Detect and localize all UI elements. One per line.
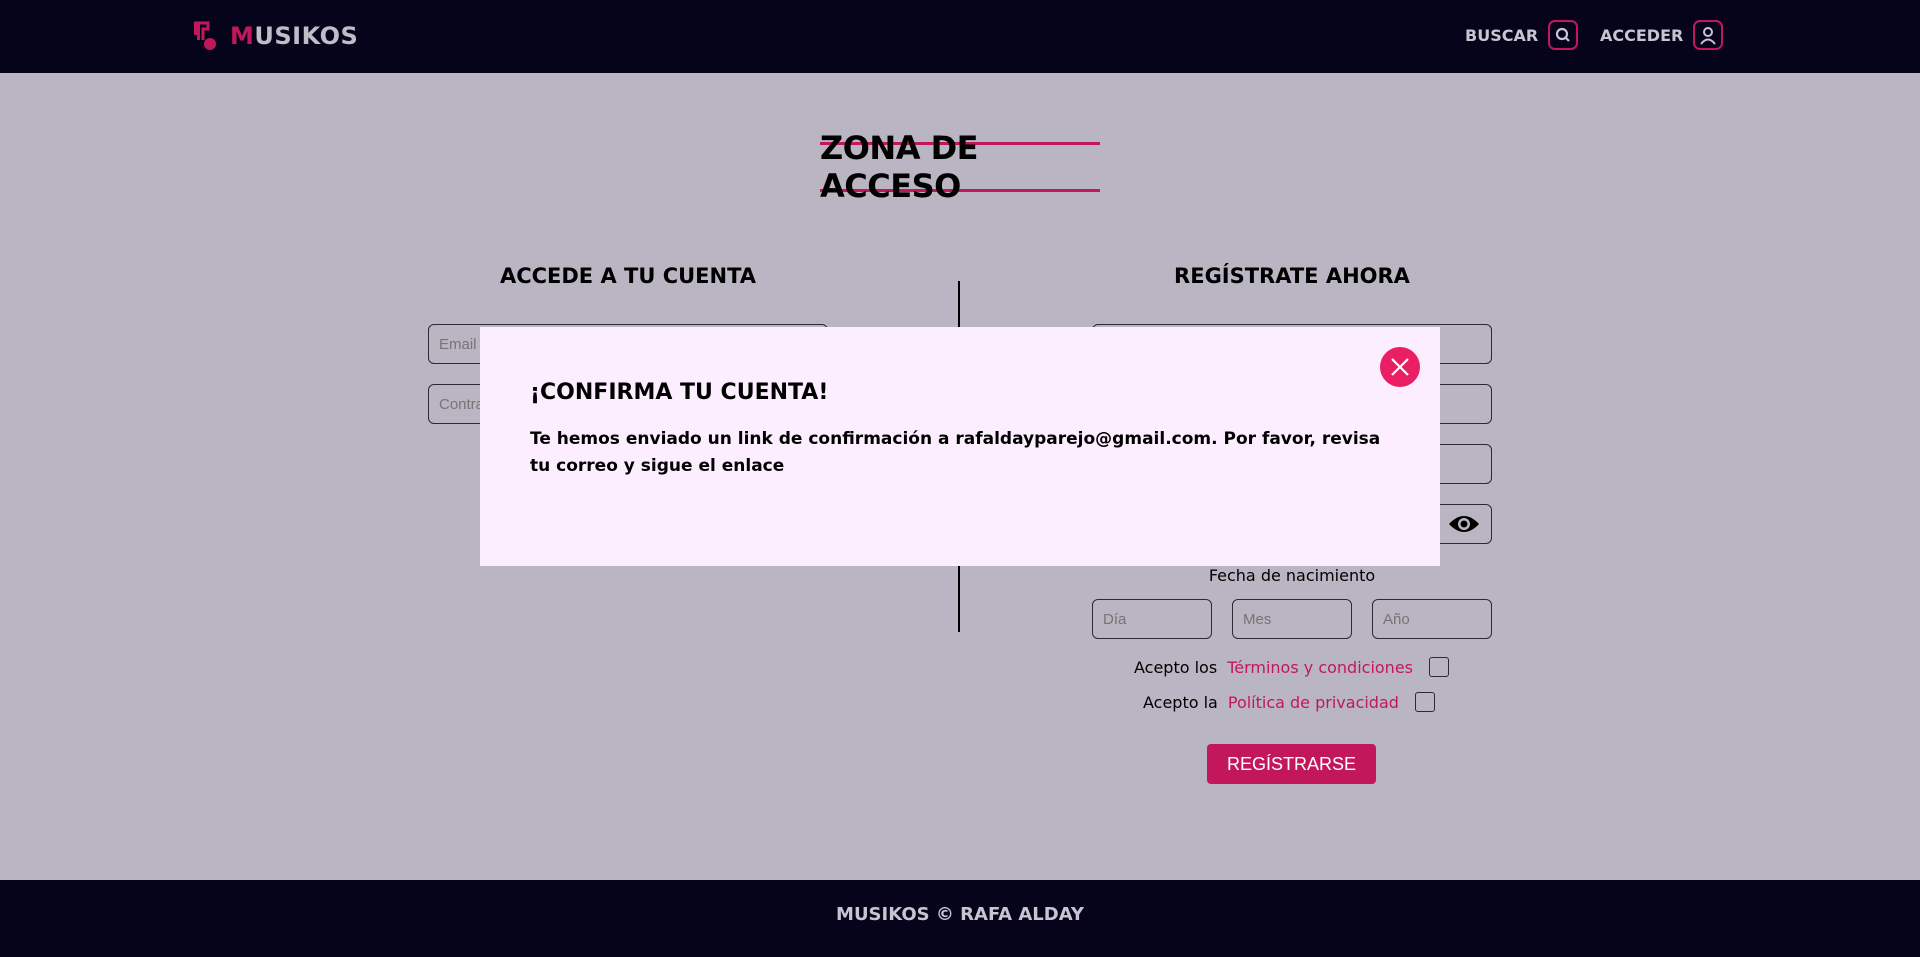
login-section-title: ACCEDE A TU CUENTA	[499, 264, 757, 288]
terms-link[interactable]: Términos y condiciones	[1227, 658, 1413, 677]
close-icon	[1391, 358, 1409, 376]
modal-close-button[interactable]	[1380, 347, 1420, 387]
login-nav-label: ACCEDER	[1600, 25, 1684, 45]
register-section-title: REGÍSTRATE AHORA	[1174, 264, 1410, 288]
privacy-link[interactable]: Política de privacidad	[1228, 693, 1399, 712]
top-navbar: MUSIKOS BUSCAR ACCEDER	[0, 0, 1920, 73]
confirm-account-modal: ¡CONFIRMA TU CUENTA! Te hemos enviado un…	[480, 327, 1440, 566]
register-button[interactable]: REGÍSTRARSE	[1207, 744, 1376, 784]
dob-day-input[interactable]	[1092, 599, 1212, 639]
privacy-checkbox[interactable]	[1414, 692, 1435, 712]
modal-title: ¡CONFIRMA TU CUENTA!	[530, 380, 829, 405]
search-nav-button[interactable]: BUSCAR	[1465, 20, 1579, 50]
dob-label: Fecha de nacimiento	[1208, 566, 1376, 585]
brand-logo[interactable]: MUSIKOS	[190, 20, 358, 52]
modal-message: Te hemos enviado un link de confirmación…	[530, 429, 1381, 476]
search-icon	[1548, 20, 1579, 50]
eye-icon[interactable]	[1447, 512, 1481, 536]
terms-row: Acepto los Términos y condiciones	[1134, 657, 1449, 677]
user-icon	[1693, 20, 1724, 50]
footer-text: MUSIKOS © RAFA ALDAY	[836, 904, 1084, 925]
music-note-icon	[194, 21, 216, 50]
footer: MUSIKOS © RAFA ALDAY	[0, 880, 1920, 957]
privacy-prefix: Acepto la	[1143, 692, 1218, 712]
brand-name: MUSIKOS	[230, 22, 359, 50]
search-nav-label: BUSCAR	[1465, 25, 1539, 45]
page-title: ZONA DE ACCESO	[820, 129, 1100, 205]
privacy-row: Acepto la Política de privacidad	[1143, 692, 1435, 712]
dob-month-input[interactable]	[1232, 599, 1352, 639]
login-nav-button[interactable]: ACCEDER	[1600, 20, 1724, 50]
terms-prefix: Acepto los	[1134, 657, 1218, 677]
dob-year-input[interactable]	[1372, 599, 1492, 639]
terms-checkbox[interactable]	[1429, 657, 1449, 677]
